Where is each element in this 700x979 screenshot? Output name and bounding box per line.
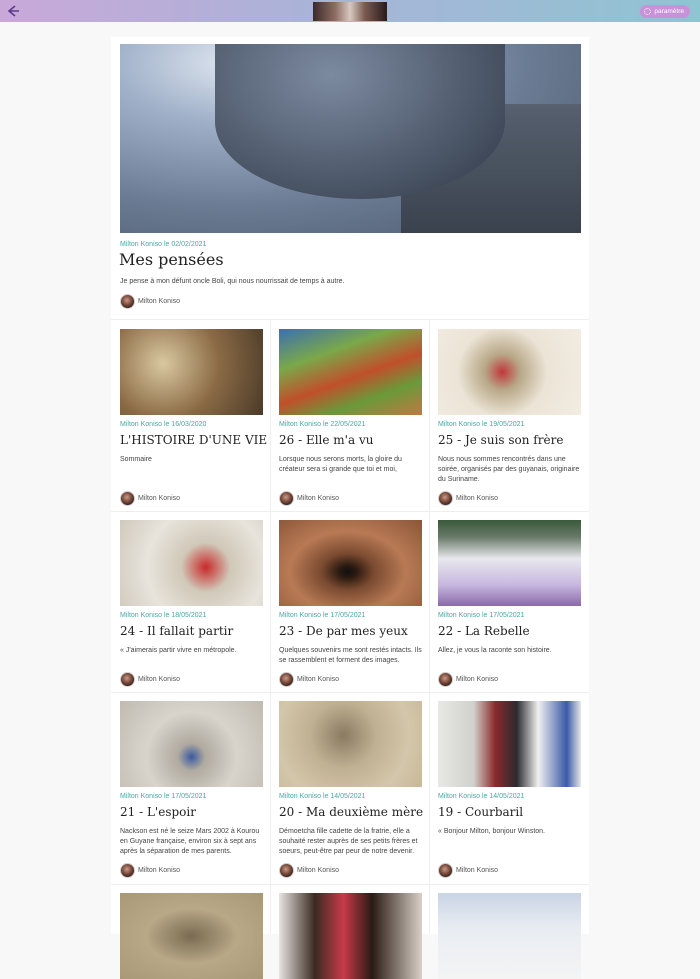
article-meta: Milton Koniso le 17/05/2021 <box>279 612 366 619</box>
author-name: Milton Koniso <box>456 676 499 683</box>
article-thumbnail[interactable] <box>120 893 263 979</box>
article-meta: Milton Koniso le 17/05/2021 <box>120 793 207 800</box>
article-description: Nackson est né le seize Mars 2002 à Kour… <box>120 828 260 855</box>
article-title[interactable]: 25 - Je suis son frère <box>438 433 563 447</box>
author-name: Milton Koniso <box>297 676 340 683</box>
article-thumbnail[interactable] <box>279 893 422 979</box>
article-author[interactable]: Milton Koniso <box>120 491 180 506</box>
top-bar: paramètre <box>0 0 700 22</box>
article-description: Lorsque nous serons morts, la gloire du … <box>279 456 402 473</box>
article-description: Quelques souvenirs me sont restés intact… <box>279 647 422 664</box>
avatar <box>120 294 135 309</box>
article-description: Démoetcha fille cadette de la fratrie, e… <box>279 828 418 855</box>
article-author[interactable]: Milton Koniso <box>279 863 339 878</box>
avatar <box>279 491 294 506</box>
avatar <box>120 491 135 506</box>
article-title[interactable]: 24 - Il fallait partir <box>120 624 233 638</box>
article-title[interactable]: 26 - Elle m'a vu <box>279 433 373 447</box>
article-thumbnail[interactable] <box>438 520 581 606</box>
article-thumbnail[interactable] <box>279 701 422 787</box>
author-name: Milton Koniso <box>456 495 499 502</box>
author-name: Milton Koniso <box>138 298 181 305</box>
article-thumbnail[interactable] <box>279 329 422 415</box>
article-description: Nous nous sommes rencontrés dans une soi… <box>438 456 580 483</box>
article-title[interactable]: 20 - Ma deuxième mère <box>279 805 423 819</box>
article-author[interactable]: Milton Koniso <box>438 672 498 687</box>
article-title[interactable]: 19 - Courbaril <box>438 805 523 819</box>
image-balloon <box>215 44 505 199</box>
avatar <box>438 863 453 878</box>
article-author[interactable]: Milton Koniso <box>120 863 180 878</box>
avatar <box>120 672 135 687</box>
article-author[interactable]: Milton Koniso <box>279 491 339 506</box>
articles-container: Milton Koniso le 02/02/2021 Mes pensées … <box>111 37 589 979</box>
divider <box>111 884 589 885</box>
author-name: Milton Koniso <box>138 867 181 874</box>
article-thumbnail[interactable] <box>438 329 581 415</box>
article-title[interactable]: 23 - De par mes yeux <box>279 624 408 638</box>
settings-button[interactable]: paramètre <box>640 5 690 18</box>
article-description: « J'aimerais partir vivre en métropole. <box>120 647 237 654</box>
author-name: Milton Koniso <box>456 867 499 874</box>
article-author[interactable]: Milton Koniso <box>438 863 498 878</box>
article-description: Allez, je vous la raconte son histoire. <box>438 647 552 654</box>
article-meta: Milton Koniso le 18/05/2021 <box>120 612 207 619</box>
article-author[interactable]: Milton Koniso <box>279 672 339 687</box>
article-author[interactable]: Milton Koniso <box>438 491 498 506</box>
article-meta: Milton Koniso le 16/03/2020 <box>120 421 207 428</box>
article-meta: Milton Koniso le 14/05/2021 <box>438 793 525 800</box>
article-author[interactable]: Milton Koniso <box>120 672 180 687</box>
avatar <box>279 672 294 687</box>
article-thumbnail[interactable] <box>120 329 263 415</box>
featured-article-author[interactable]: Milton Koniso <box>120 294 180 309</box>
avatar <box>438 672 453 687</box>
arrow-left-icon[interactable] <box>5 3 21 19</box>
author-name: Milton Koniso <box>297 495 340 502</box>
featured-article-description: Je pense à mon défunt oncle Boli, qui no… <box>120 278 345 285</box>
article-thumbnail[interactable] <box>438 701 581 787</box>
article-thumbnail[interactable] <box>120 701 263 787</box>
article-description: « Bonjour Milton, bonjour Winston. <box>438 828 545 835</box>
gear-icon <box>644 8 652 15</box>
column-divider <box>270 319 271 934</box>
article-description: Sommaire <box>120 456 152 463</box>
article-title[interactable]: L'HISTOIRE D'UNE VIE <box>120 433 267 447</box>
avatar <box>120 863 135 878</box>
divider <box>111 319 589 320</box>
divider <box>111 511 589 512</box>
author-name: Milton Koniso <box>138 495 181 502</box>
divider <box>111 692 589 693</box>
settings-label: paramètre <box>654 8 684 15</box>
article-thumbnail[interactable] <box>438 893 581 979</box>
featured-article-image[interactable] <box>120 44 581 233</box>
article-meta: Milton Koniso le 17/05/2021 <box>438 612 525 619</box>
author-name: Milton Koniso <box>297 867 340 874</box>
article-meta: Milton Koniso le 14/05/2021 <box>279 793 366 800</box>
article-meta: Milton Koniso le 22/05/2021 <box>279 421 366 428</box>
featured-article-meta: Milton Koniso le 02/02/2021 <box>120 241 207 248</box>
avatar <box>438 491 453 506</box>
header-thumbnail <box>313 2 387 21</box>
avatar <box>279 863 294 878</box>
author-name: Milton Koniso <box>138 676 181 683</box>
featured-article-title[interactable]: Mes pensées <box>119 250 224 269</box>
article-title[interactable]: 22 - La Rebelle <box>438 624 530 638</box>
article-thumbnail[interactable] <box>279 520 422 606</box>
column-divider <box>429 319 430 934</box>
article-title[interactable]: 21 - L'espoir <box>120 805 196 819</box>
article-thumbnail[interactable] <box>120 520 263 606</box>
article-meta: Milton Koniso le 19/05/2021 <box>438 421 525 428</box>
